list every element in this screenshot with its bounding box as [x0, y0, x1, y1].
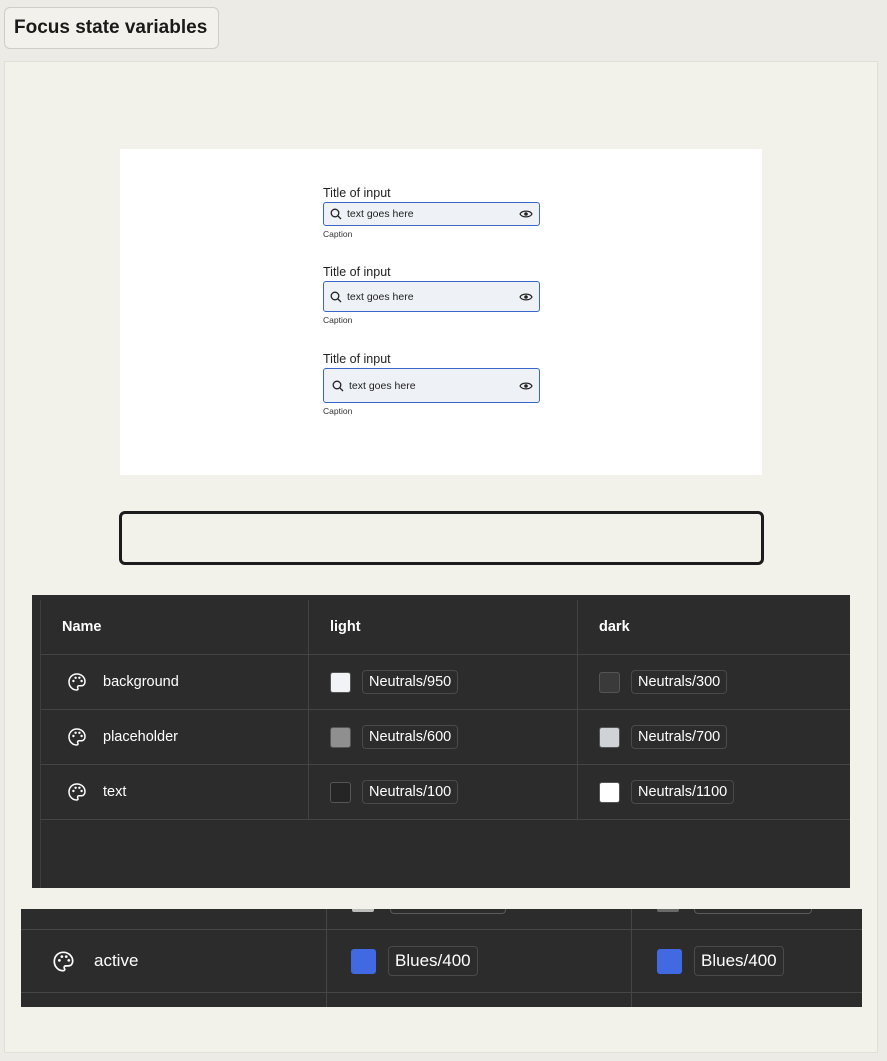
input-title: Title of input [323, 186, 391, 200]
cropped-swatch [352, 909, 374, 912]
table-row[interactable]: active Blues/400 Blues/400 [21, 930, 862, 992]
input-caption: Caption [323, 315, 353, 325]
input-value: text goes here [349, 379, 416, 392]
input-value: text goes here [347, 290, 414, 303]
palette-icon [52, 950, 75, 973]
table-header-row: Name light dark [41, 600, 850, 655]
input-title: Title of input [323, 265, 391, 279]
palette-icon [67, 672, 87, 692]
empty-frame [119, 511, 764, 565]
input-field: Title of input text goes here Caption [323, 186, 540, 239]
token-tag[interactable]: Blues/400 [694, 946, 784, 976]
color-swatch[interactable] [351, 948, 376, 974]
color-swatch[interactable] [599, 671, 620, 693]
input-value: text goes here [347, 208, 414, 220]
table-row[interactable]: text Neutrals/100 Neutrals/1100 [41, 765, 850, 820]
palette-icon [67, 782, 87, 802]
token-tag[interactable]: Neutrals/100 [362, 780, 459, 804]
text-input[interactable]: text goes here [323, 202, 540, 226]
palette-icon [67, 727, 87, 747]
text-input[interactable]: text goes here [323, 368, 540, 403]
input-preview-frame: Title of input text goes here Caption Ti… [120, 149, 762, 475]
token-tag[interactable]: Blues/400 [388, 946, 478, 976]
column-header-name: Name [41, 600, 309, 654]
color-swatch[interactable] [599, 726, 620, 748]
text-input[interactable]: text goes here [323, 281, 540, 312]
variables-table: Name light dark background Neutrals/950 … [32, 595, 850, 888]
eye-icon[interactable] [519, 292, 533, 302]
token-tag[interactable]: Neutrals/1100 [631, 780, 735, 804]
token-tag[interactable]: Neutrals/300 [631, 670, 728, 694]
input-field: Title of input text goes here Caption [323, 265, 540, 325]
color-swatch[interactable] [599, 781, 620, 803]
search-icon [332, 380, 344, 392]
input-field: Title of input text goes here Caption [323, 352, 540, 416]
cropped-swatch [657, 909, 679, 912]
cropped-tag [694, 909, 812, 914]
cropped-tag [390, 909, 506, 914]
variable-name: active [94, 951, 139, 970]
color-swatch[interactable] [330, 781, 351, 803]
row-divider [21, 992, 862, 993]
color-swatch[interactable] [330, 726, 351, 748]
color-swatch[interactable] [657, 948, 682, 974]
input-title: Title of input [323, 352, 391, 366]
column-header-dark: dark [599, 619, 630, 635]
token-tag[interactable]: Neutrals/600 [362, 725, 459, 749]
variable-name: text [103, 784, 127, 800]
page-title: Focus state variables [4, 7, 219, 49]
variable-name: placeholder [103, 729, 178, 745]
eye-icon[interactable] [519, 209, 533, 219]
table-row[interactable]: placeholder Neutrals/600 Neutrals/700 [41, 710, 850, 765]
eye-icon[interactable] [519, 381, 533, 391]
input-caption: Caption [323, 229, 353, 239]
table-row[interactable]: background Neutrals/950 Neutrals/300 [41, 655, 850, 710]
variable-name: background [103, 674, 179, 690]
token-tag[interactable]: Neutrals/700 [631, 725, 728, 749]
search-icon [330, 291, 342, 303]
input-caption: Caption [323, 406, 353, 416]
token-tag[interactable]: Neutrals/950 [362, 670, 459, 694]
column-header-light: light [309, 600, 578, 654]
active-variable-table: active Blues/400 Blues/400 [21, 909, 862, 1007]
search-icon [330, 208, 342, 220]
color-swatch[interactable] [330, 671, 351, 693]
